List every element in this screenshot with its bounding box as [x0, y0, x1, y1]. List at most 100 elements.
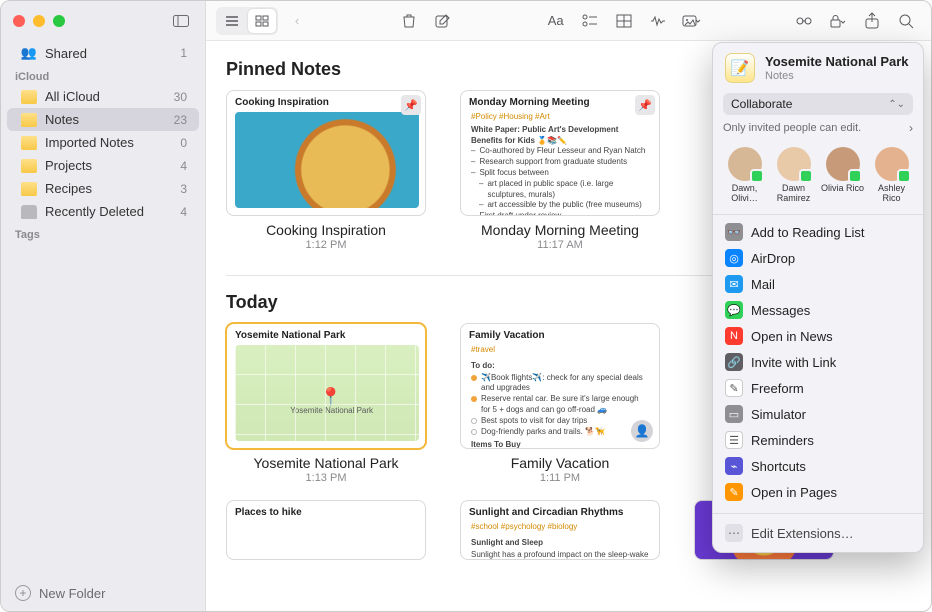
sidebar-item-label: Projects	[45, 158, 172, 173]
note-card-cooking-inspiration[interactable]: Cooking Inspiration 📌 Cooking Inspiratio…	[226, 90, 426, 251]
airdrop-icon: ◎	[725, 249, 743, 267]
sidebar-item-label: Imported Notes	[45, 135, 172, 150]
share-person[interactable]: Dawn Ramirez	[772, 147, 815, 204]
sidebar-section-icloud: iCloud	[1, 65, 205, 85]
note-preview: #school #psychology #biology Sunlight an…	[461, 522, 659, 560]
chevron-right-icon: ›	[909, 121, 913, 135]
map-label: Yosemite National Park	[290, 406, 373, 415]
note-card-places-to-hike[interactable]: Places to hike	[226, 500, 426, 560]
compose-note-button[interactable]	[428, 8, 458, 34]
share-popover: 📝 Yosemite National Park Notes Collabora…	[712, 42, 924, 553]
audio-button[interactable]	[643, 8, 673, 34]
collaborate-mode-select[interactable]: Collaborate ⌃⌄	[723, 93, 913, 115]
checklist-button[interactable]	[575, 8, 605, 34]
edit-extensions-button[interactable]: ⋯ Edit Extensions…	[713, 518, 923, 552]
notes-window: 👥 Shared 1 iCloud All iCloud 30 Notes 23…	[0, 0, 932, 612]
minimize-window-button[interactable]	[33, 15, 45, 27]
sidebar-item-label: Shared	[45, 46, 172, 61]
table-button[interactable]	[609, 8, 639, 34]
share-person[interactable]: Ashley Rico	[870, 147, 913, 204]
folder-icon	[21, 136, 37, 150]
share-action-freeform[interactable]: ✎Freeform	[713, 375, 923, 401]
pages-icon: ✎	[725, 483, 743, 501]
note-preview: #Policy #Housing #Art White Paper: Publi…	[461, 112, 659, 216]
share-action-mail[interactable]: ✉︎Mail	[713, 271, 923, 297]
share-actions-list: 👓Add to Reading List ◎AirDrop ✉︎Mail 💬Me…	[713, 215, 923, 509]
notes-app-icon: 📝	[725, 53, 755, 83]
share-action-airdrop[interactable]: ◎AirDrop	[713, 245, 923, 271]
share-action-news[interactable]: NOpen in News	[713, 323, 923, 349]
sidebar-item-count: 4	[180, 205, 187, 219]
sidebar-item-label: Recently Deleted	[45, 204, 172, 219]
share-people-row: Dawn, Olivi…hers Dawn Ramirez Olivia Ric…	[713, 143, 923, 215]
note-card-header: Monday Morning Meeting	[461, 91, 659, 112]
new-folder-button[interactable]: + New Folder	[1, 574, 205, 611]
note-thumbnail-map: 📍 Yosemite National Park	[235, 345, 419, 441]
folder-icon	[21, 90, 37, 104]
note-thumbnail	[235, 112, 419, 208]
media-menu-button[interactable]	[677, 8, 707, 34]
share-action-shortcuts[interactable]: ⌁Shortcuts	[713, 453, 923, 479]
note-card-header: Yosemite National Park	[227, 324, 425, 345]
pin-icon[interactable]: 📌	[635, 95, 655, 115]
toggle-sidebar-icon[interactable]	[169, 11, 193, 31]
share-button[interactable]	[857, 8, 887, 34]
list-view-button[interactable]	[218, 9, 246, 33]
window-titlebar	[1, 1, 205, 41]
note-card-monday-morning-meeting[interactable]: Monday Morning Meeting 📌 #Policy #Housin…	[460, 90, 660, 251]
share-action-invite-link[interactable]: 🔗Invite with Link	[713, 349, 923, 375]
sidebar-item-label: Notes	[45, 112, 166, 127]
sidebar-item-recipes[interactable]: Recipes 3	[7, 177, 199, 200]
popover-divider	[713, 513, 923, 514]
note-card-sunlight-circadian[interactable]: Sunlight and Circadian Rhythms #school #…	[460, 500, 660, 560]
note-heading: White Paper: Public Art's Development Be…	[471, 125, 649, 147]
zoom-window-button[interactable]	[53, 15, 65, 27]
sidebar-item-shared[interactable]: 👥 Shared 1	[7, 41, 199, 65]
note-card-header: Sunlight and Circadian Rhythms	[461, 501, 659, 522]
note-card-time: 1:13 PM	[226, 472, 426, 484]
pin-icon[interactable]: 📌	[401, 95, 421, 115]
note-card-yosemite[interactable]: Yosemite National Park 📍 Yosemite Nation…	[226, 323, 426, 484]
note-tags: #Policy #Housing #Art	[471, 112, 649, 125]
share-action-reminders[interactable]: ☰Reminders	[713, 427, 923, 453]
sidebar-item-notes[interactable]: Notes 23	[7, 108, 199, 131]
gallery-view-button[interactable]	[248, 9, 276, 33]
share-action-reading-list[interactable]: 👓Add to Reading List	[713, 219, 923, 245]
note-tags: #travel	[471, 345, 649, 358]
sidebar-item-imported-notes[interactable]: Imported Notes 0	[7, 131, 199, 154]
delete-note-button[interactable]	[394, 8, 424, 34]
sidebar-item-label: Recipes	[45, 181, 172, 196]
permission-row[interactable]: Only invited people can edit. ›	[723, 121, 913, 135]
close-window-button[interactable]	[13, 15, 25, 27]
map-pin-icon: 📍	[320, 387, 342, 408]
lock-menu-button[interactable]	[823, 8, 853, 34]
messages-badge-icon	[848, 169, 862, 183]
share-action-simulator[interactable]: ▭Simulator	[713, 401, 923, 427]
sidebar-item-recently-deleted[interactable]: Recently Deleted 4	[7, 200, 199, 223]
note-card-family-vacation[interactable]: Family Vacation #travel To do: ✈️Book fl…	[460, 323, 660, 484]
window-controls	[13, 15, 65, 27]
share-person[interactable]: Olivia Rico	[821, 147, 864, 204]
people-icon: 👥	[21, 45, 37, 61]
freeform-icon: ✎	[725, 379, 743, 397]
search-button[interactable]	[891, 8, 921, 34]
share-action-pages[interactable]: ✎Open in Pages	[713, 479, 923, 505]
folder-icon	[21, 113, 37, 127]
note-preview: #travel To do: ✈️Book flights✈️: check f…	[461, 345, 659, 449]
share-action-messages[interactable]: 💬Messages	[713, 297, 923, 323]
sidebar-item-projects[interactable]: Projects 4	[7, 154, 199, 177]
sidebar-item-all-icloud[interactable]: All iCloud 30	[7, 85, 199, 108]
trash-icon	[21, 205, 37, 219]
note-card-header: Cooking Inspiration	[227, 91, 425, 112]
new-folder-label: New Folder	[39, 586, 105, 601]
note-card-header: Places to hike	[227, 501, 425, 522]
back-button[interactable]: ‹	[282, 8, 312, 34]
share-person[interactable]: Dawn, Olivi…hers	[723, 147, 766, 204]
format-text-button[interactable]: Aa	[541, 8, 571, 34]
view-mode-group	[216, 7, 278, 35]
collaborate-label: Collaborate	[731, 97, 792, 111]
folder-icon	[21, 159, 37, 173]
share-title: Yosemite National Park	[765, 54, 909, 70]
messages-badge-icon	[897, 169, 911, 183]
link-button[interactable]	[789, 8, 819, 34]
